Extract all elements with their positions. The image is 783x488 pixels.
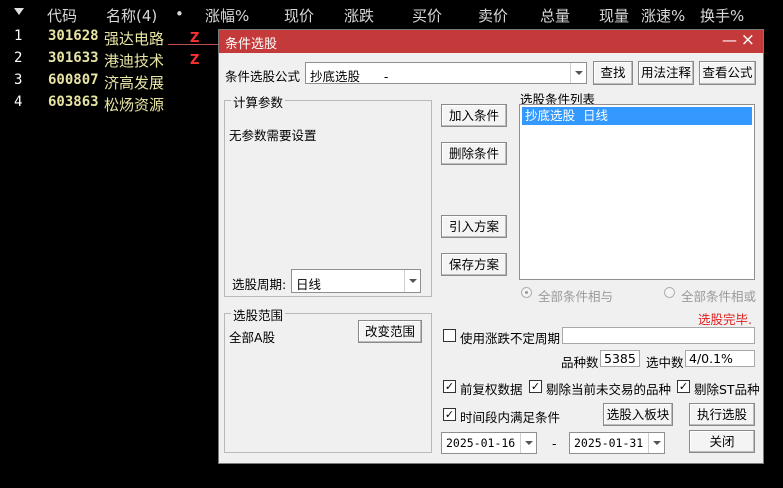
chevron-down-icon[interactable] [570, 63, 586, 83]
col-dot[interactable]: • [175, 5, 184, 23]
uncertain-period-checkbox[interactable] [443, 329, 456, 342]
formula-select[interactable]: 抄底选股 - [305, 62, 587, 84]
condition-item[interactable]: 抄底选股 日线 [522, 107, 752, 125]
conditions-list[interactable]: 抄底选股 日线 [519, 104, 755, 280]
col-change[interactable]: 涨跌 [344, 5, 374, 26]
view-formula-button[interactable]: 查看公式 [699, 61, 756, 85]
stock-name: 强达电路 [104, 30, 165, 48]
exclude-st-label: 剔除ST品种 [694, 382, 760, 397]
condition-select-dialog: 条件选股 — × 条件选股公式 抄底选股 - 查找 用法注释 查看公式 计算参数… [218, 29, 764, 464]
period-label: 选股周期: [232, 277, 287, 292]
col-price[interactable]: 现价 [284, 5, 314, 26]
date-from-value: 2025-01-16 [446, 436, 516, 450]
save-plan-button[interactable]: 保存方案 [441, 253, 507, 276]
stock-code: 301628 [48, 28, 99, 44]
date-to-picker[interactable]: 2025-01-31 [569, 432, 665, 454]
period-satisfy-checkbox[interactable]: ✓ [443, 408, 456, 421]
scope-value: 全部A股 [229, 330, 276, 345]
row-index: 4 [14, 94, 23, 110]
chevron-down-icon[interactable] [520, 433, 536, 453]
date-separator: - [552, 436, 557, 451]
close-icon[interactable]: × [741, 30, 755, 50]
find-button[interactable]: 查找 [593, 61, 633, 85]
close-button[interactable]: 关闭 [689, 430, 755, 453]
period-satisfy-label: 时间段内满足条件 [460, 410, 561, 425]
col-bid[interactable]: 买价 [412, 5, 442, 26]
radio-and[interactable] [521, 287, 532, 298]
radio-or-label: 全部条件相或 [681, 289, 757, 304]
stock-code: 301633 [48, 50, 99, 66]
exclude-not-trading-label: 剔除当前未交易的品种 [546, 382, 672, 397]
col-name[interactable]: 名称(4) [106, 5, 157, 26]
delete-condition-button[interactable]: 删除条件 [441, 142, 507, 165]
execute-select-button[interactable]: 执行选股 [689, 403, 755, 426]
scope-title: 选股范围 [231, 305, 286, 324]
formula-label: 条件选股公式 [225, 69, 301, 84]
stock-flag: Z [190, 53, 200, 68]
select-to-block-button[interactable]: 选股入板块 [603, 403, 673, 426]
calc-params-title: 计算参数 [231, 92, 286, 111]
radio-or[interactable] [664, 287, 675, 298]
col-volume[interactable]: 总量 [540, 5, 570, 26]
calc-params-group: 计算参数 无参数需要设置 选股周期: 日线 [224, 92, 432, 297]
selected-count-field: 4/0.1% [685, 350, 755, 367]
period-value: 日线 [296, 277, 322, 292]
variety-count-field: 5385 [600, 350, 640, 367]
formula-value: 抄底选股 - [310, 69, 389, 84]
stock-code: 600807 [48, 72, 99, 88]
uncertain-period-input[interactable] [562, 327, 755, 344]
forward-adjust-checkbox[interactable]: ✓ [443, 380, 456, 393]
stock-code: 603863 [48, 94, 99, 110]
import-plan-button[interactable]: 引入方案 [441, 215, 507, 238]
minimize-icon[interactable]: — [722, 31, 737, 49]
no-params-text: 无参数需要设置 [229, 128, 317, 143]
date-to-value: 2025-01-31 [574, 436, 644, 450]
col-speed[interactable]: 涨速% [641, 5, 685, 26]
stock-name: 港迪技术 [104, 52, 165, 70]
table-header: 代码 名称(4) • 涨幅% 现价 涨跌 买价 卖价 总量 现量 涨速% 换手% [0, 0, 783, 28]
add-condition-button[interactable]: 加入条件 [441, 104, 507, 127]
row-index: 3 [14, 72, 23, 88]
col-turnover[interactable]: 换手% [700, 5, 744, 26]
dialog-title-bar[interactable]: 条件选股 — × [219, 30, 763, 53]
col-ask[interactable]: 卖价 [478, 5, 508, 26]
usage-notes-button[interactable]: 用法注释 [638, 61, 694, 85]
change-scope-button[interactable]: 改变范围 [358, 320, 422, 343]
exclude-not-trading-checkbox[interactable]: ✓ [529, 380, 542, 393]
chevron-down-icon[interactable] [404, 270, 420, 292]
stock-name: 济高发展 [104, 74, 165, 92]
forward-adjust-label: 前复权数据 [460, 382, 523, 397]
row-index: 2 [14, 50, 23, 66]
status-text: 选股完毕. [698, 312, 752, 327]
col-current-volume[interactable]: 现量 [599, 5, 629, 26]
stock-name: 松炀资源 [104, 96, 165, 114]
selected-count-label: 选中数 [646, 355, 684, 370]
exclude-st-checkbox[interactable]: ✓ [677, 380, 690, 393]
sort-arrow-icon[interactable] [14, 8, 24, 15]
scope-group: 选股范围 全部A股 改变范围 [224, 305, 432, 453]
chevron-down-icon[interactable] [648, 433, 664, 453]
date-from-picker[interactable]: 2025-01-16 [441, 432, 537, 454]
row-underline [168, 44, 218, 45]
radio-and-label: 全部条件相与 [538, 289, 614, 304]
row-index: 1 [14, 28, 23, 44]
col-change-pct[interactable]: 涨幅% [205, 5, 249, 26]
period-select[interactable]: 日线 [291, 269, 421, 293]
col-code[interactable]: 代码 [47, 5, 77, 26]
variety-count-label: 品种数 [561, 355, 599, 370]
dialog-title: 条件选股 [225, 37, 278, 52]
uncertain-period-label: 使用涨跌不定周期 [460, 331, 561, 346]
